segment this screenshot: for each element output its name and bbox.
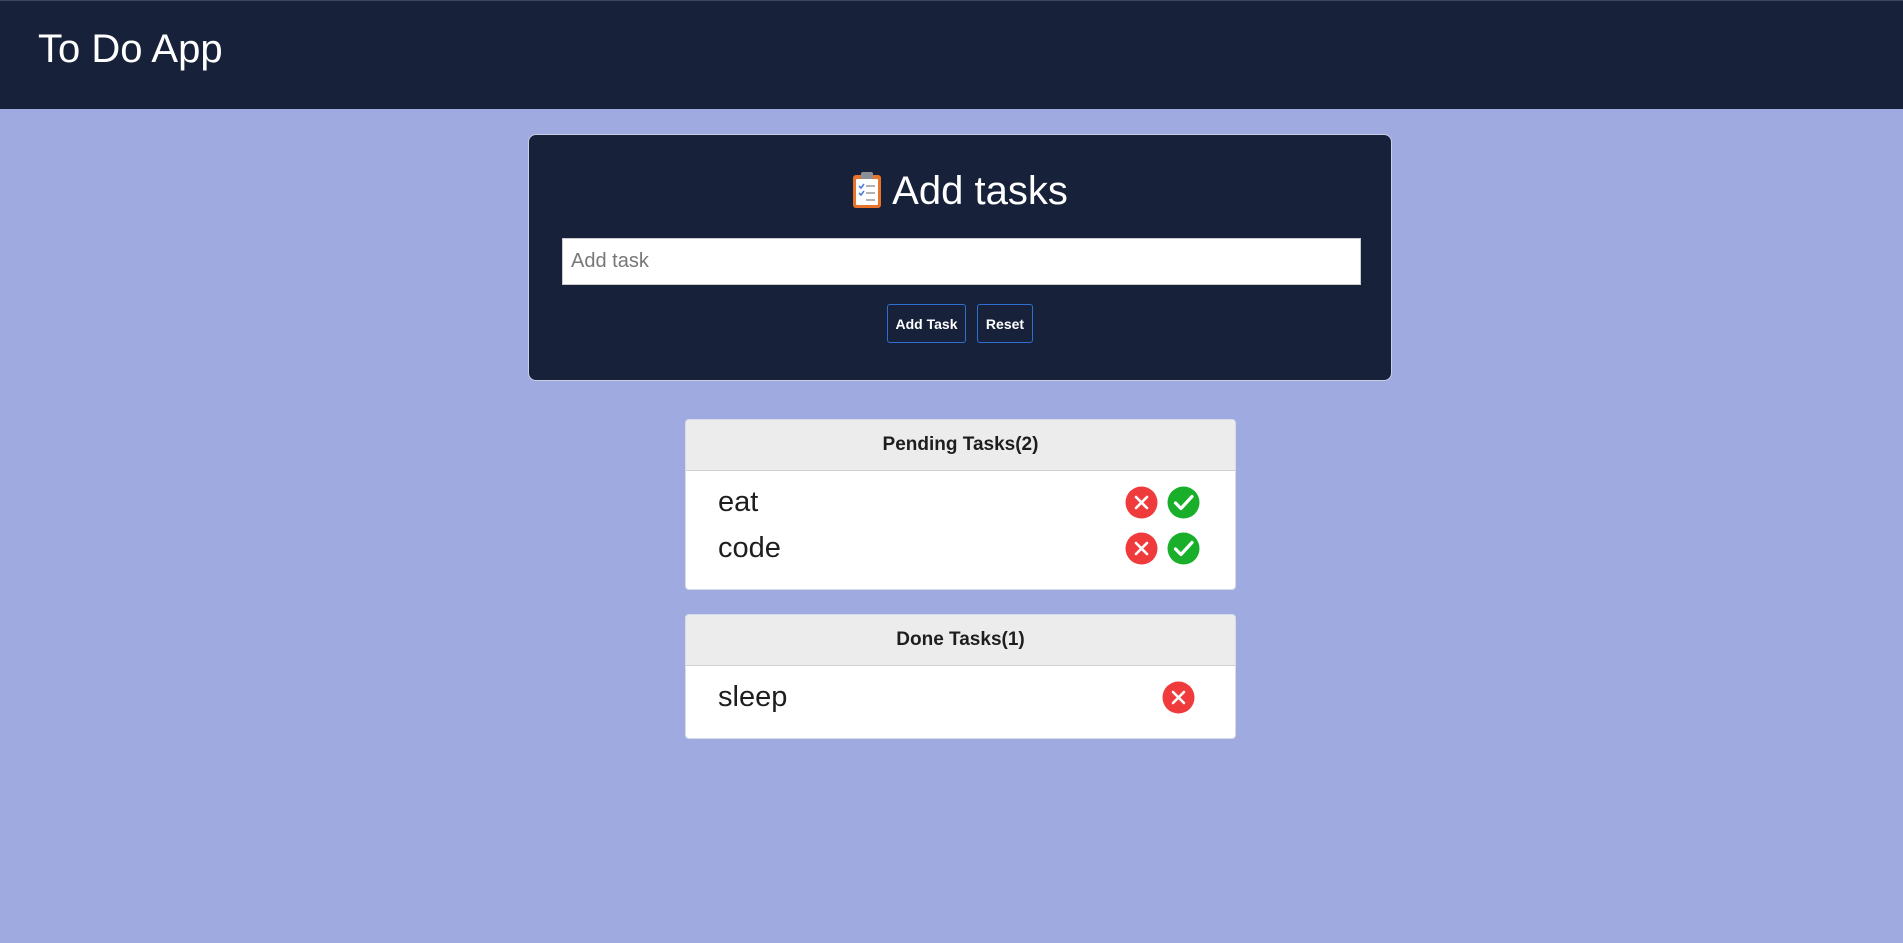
check-icon[interactable]: [1167, 532, 1200, 565]
check-icon[interactable]: [1167, 486, 1200, 519]
add-task-card: Add tasks Add Task Reset: [528, 134, 1392, 381]
task-label: eat: [718, 486, 759, 518]
done-tasks-header: Done Tasks(1): [686, 615, 1235, 666]
task-input[interactable]: [562, 238, 1361, 285]
pending-task-row: code: [686, 528, 1235, 568]
delete-icon[interactable]: [1162, 681, 1195, 714]
pending-task-row: eat: [686, 482, 1235, 522]
delete-icon[interactable]: [1125, 532, 1158, 565]
navbar: To Do App: [0, 0, 1903, 109]
app-title: To Do App: [38, 27, 223, 71]
clipboard-icon: [852, 171, 882, 209]
task-label: sleep: [718, 681, 788, 713]
task-label: code: [718, 532, 781, 564]
add-tasks-heading-text: Add tasks: [892, 169, 1068, 213]
add-task-button[interactable]: Add Task: [887, 304, 966, 343]
add-tasks-heading: Add tasks: [529, 169, 1391, 214]
pending-tasks-panel: Pending Tasks(2) eat code: [685, 419, 1236, 590]
delete-icon[interactable]: [1125, 486, 1158, 519]
done-task-row: sleep: [686, 677, 1235, 717]
done-tasks-panel: Done Tasks(1) sleep: [685, 614, 1236, 739]
reset-button[interactable]: Reset: [977, 304, 1033, 343]
pending-tasks-header: Pending Tasks(2): [686, 420, 1235, 471]
